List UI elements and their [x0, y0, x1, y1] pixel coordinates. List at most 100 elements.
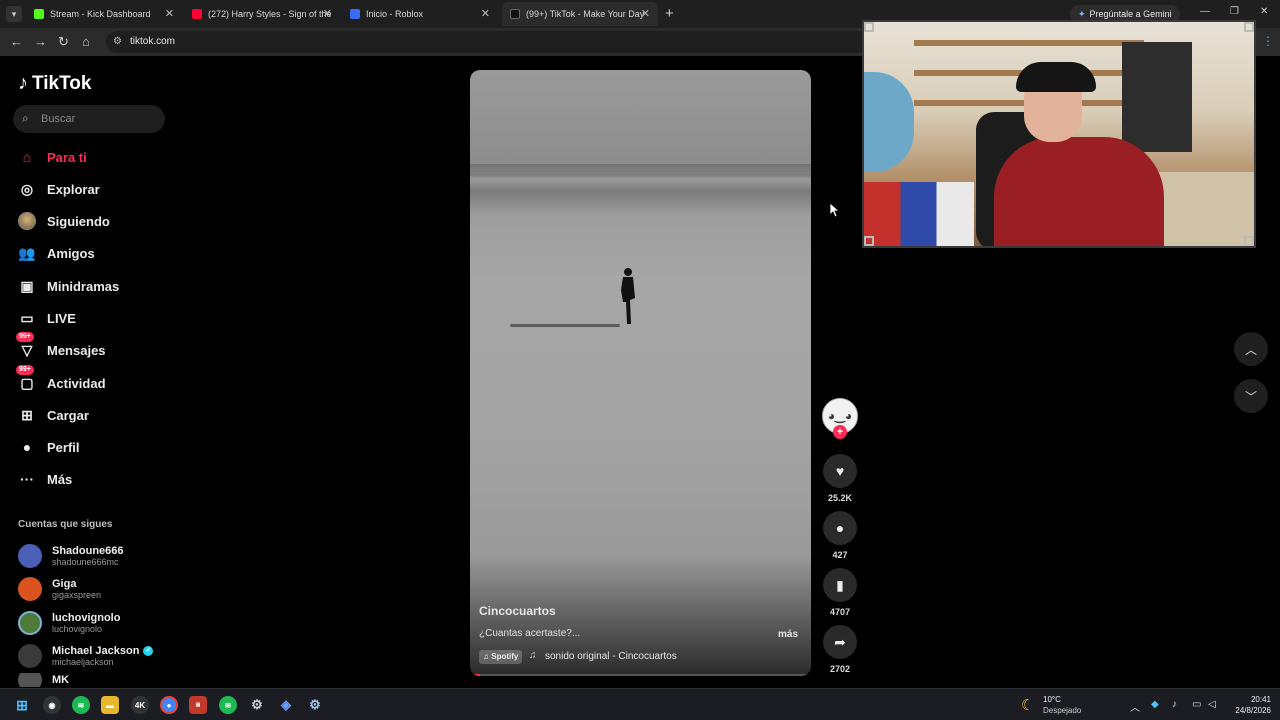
nav-live[interactable]: ▭ LIVE — [18, 306, 76, 330]
caption-more-button[interactable]: más — [778, 629, 798, 640]
steam-icon[interactable]: ⚙ — [306, 696, 324, 714]
tray-app-icon[interactable]: ◆ — [1151, 699, 1159, 710]
tab-kick[interactable]: Stream - Kick Dashboard ✕ — [26, 2, 182, 26]
browser-menu-icon[interactable]: ⋮ — [1262, 34, 1274, 48]
tab-youtube[interactable]: (272) Harry Styles - Sign of the ✕ — [184, 2, 340, 26]
account-handle: michaeljackson — [52, 657, 114, 667]
minimize-icon[interactable]: — — [1200, 6, 1210, 17]
youtube-favicon-icon — [192, 9, 202, 19]
following-account[interactable]: Shadoune666 shadoune666mc — [18, 543, 124, 569]
like-count: 25.2K — [827, 493, 853, 503]
close-tab-icon[interactable]: ✕ — [641, 7, 650, 20]
vpn-icon[interactable]: ◈ — [277, 696, 295, 714]
search-input[interactable] — [41, 110, 161, 128]
omnibox[interactable]: ⚙ tiktok.com — [106, 31, 886, 53]
obs-icon[interactable]: ◉ — [43, 696, 61, 714]
spotify-tag[interactable]: ♫ Spotify — [479, 650, 523, 664]
chrome-icon[interactable]: ● — [160, 696, 178, 714]
account-name: Shadoune666 — [52, 545, 124, 557]
file-explorer-icon[interactable]: ▬ — [101, 696, 119, 714]
tab-roblox[interactable]: Inicio - Roblox ✕ — [342, 2, 498, 26]
clock-date[interactable]: 24/8/2026 — [1225, 706, 1271, 715]
reload-icon[interactable]: ↻ — [58, 34, 69, 50]
tiktok-logo[interactable]: ♪ TikTok — [18, 72, 91, 95]
tray-chevron-up-icon[interactable]: ︿ — [1130, 699, 1140, 714]
avatar — [18, 611, 42, 635]
overlay-corner — [1244, 22, 1254, 32]
site-info-icon[interactable]: ⚙ — [113, 36, 122, 47]
mouse-cursor-icon — [830, 203, 840, 217]
nav-mensajes[interactable]: ▽ 99+ Mensajes — [16, 332, 106, 362]
tab-search-dropdown[interactable]: ▾ — [6, 6, 22, 22]
url-text[interactable]: tiktok.com — [130, 36, 175, 47]
comment-button[interactable]: ● — [823, 511, 857, 545]
account-name: luchovignolo — [52, 612, 121, 624]
following-account[interactable]: luchovignolo luchovignolo — [18, 610, 120, 636]
spotify-app-icon[interactable]: ≋ — [219, 696, 237, 714]
nav-label: Mensajes — [47, 342, 106, 358]
account-name: Michael Jackson — [52, 645, 140, 657]
roblox-favicon-icon — [350, 9, 360, 19]
kick-favicon-icon — [34, 9, 44, 19]
spotify-label: Spotify — [491, 652, 519, 661]
settings-gear-icon[interactable]: ⚙ — [248, 696, 266, 714]
save-count: 4707 — [829, 607, 851, 617]
nav-mas[interactable]: ··· Más — [18, 467, 72, 491]
close-tab-icon[interactable]: ✕ — [165, 7, 174, 20]
weather-description[interactable]: Despejado — [1043, 706, 1081, 715]
tab-title: (99+) TikTok - Make Your Day — [526, 9, 645, 19]
4k-downloader-icon[interactable]: 4K — [131, 696, 149, 714]
app-icon[interactable]: ▤ — [189, 696, 207, 714]
video-author[interactable]: Cincocuartos — [479, 604, 556, 618]
nav-siguiendo[interactable]: Siguiendo — [18, 209, 110, 233]
windows-start-icon[interactable]: ⊞ — [13, 696, 31, 714]
nav-label: Amigos — [47, 245, 95, 261]
tab-tiktok[interactable]: (99+) TikTok - Make Your Day ✕ — [502, 2, 658, 26]
search-box[interactable]: ⌕ — [13, 105, 165, 133]
video-sound[interactable]: sonido original - Cincocuartos — [545, 651, 677, 662]
nav-perfil[interactable]: ● Perfil — [18, 435, 80, 459]
back-icon[interactable]: ← — [10, 34, 23, 49]
nav-minidramas[interactable]: ▣ Minidramas — [18, 274, 119, 298]
following-account[interactable]: MK — [18, 673, 69, 687]
maximize-icon[interactable]: ❐ — [1230, 6, 1239, 17]
following-account[interactable]: Michael Jackson ✓ michaeljackson — [18, 643, 154, 669]
video-player[interactable]: Cincocuartos ¿Cuantas acertaste?... más … — [470, 70, 811, 676]
microphone-icon[interactable]: ♪ — [1172, 699, 1177, 710]
clock-time[interactable]: 20:41 — [1237, 695, 1271, 704]
like-button[interactable]: ♥ — [823, 454, 857, 488]
friends-icon: 👥 — [18, 244, 36, 261]
close-window-icon[interactable]: ✕ — [1260, 6, 1268, 17]
network-icon[interactable]: ▭ — [1192, 699, 1201, 710]
follow-plus-icon[interactable]: + — [833, 425, 847, 439]
webcam-pc — [1122, 42, 1192, 152]
close-tab-icon[interactable]: ✕ — [323, 7, 332, 20]
next-video-button[interactable]: ﹀ — [1234, 379, 1268, 413]
home-button-icon[interactable]: ⌂ — [82, 34, 90, 49]
following-account[interactable]: Giga gigaxspreen — [18, 576, 101, 602]
volume-icon[interactable]: ◁ — [1208, 699, 1216, 710]
close-tab-icon[interactable]: ✕ — [481, 7, 490, 20]
notification-badge: 99+ — [16, 365, 34, 375]
save-button[interactable]: ▮ — [823, 568, 857, 602]
nav-actividad[interactable]: ▢ 99+ Actividad — [16, 365, 106, 395]
comment-icon: ● — [835, 520, 845, 536]
overlay-corner — [1244, 236, 1254, 246]
weather-temperature[interactable]: 10°C — [1043, 695, 1061, 704]
spotify-app-icon[interactable]: ≋ — [72, 696, 90, 714]
profile-icon: ● — [22, 439, 32, 455]
share-button[interactable]: ➦ — [823, 625, 857, 659]
nav-label: Siguiendo — [47, 213, 110, 229]
video-progress-bar[interactable] — [470, 674, 811, 676]
compass-icon: ◎ — [20, 180, 34, 197]
new-tab-button[interactable]: + — [665, 5, 674, 22]
nav-para-ti[interactable]: ⌂ Para ti — [18, 145, 87, 169]
forward-icon[interactable]: → — [34, 34, 47, 49]
previous-video-button[interactable]: ︿ — [1234, 332, 1268, 366]
chevron-up-icon: ︿ — [1244, 342, 1257, 357]
nav-explorar[interactable]: ◎ Explorar — [18, 177, 100, 201]
nav-label: Más — [47, 471, 73, 487]
nav-amigos[interactable]: 👥 Amigos — [18, 241, 95, 265]
webcam-figure — [864, 72, 914, 172]
nav-cargar[interactable]: ⊞ Cargar — [18, 403, 89, 427]
